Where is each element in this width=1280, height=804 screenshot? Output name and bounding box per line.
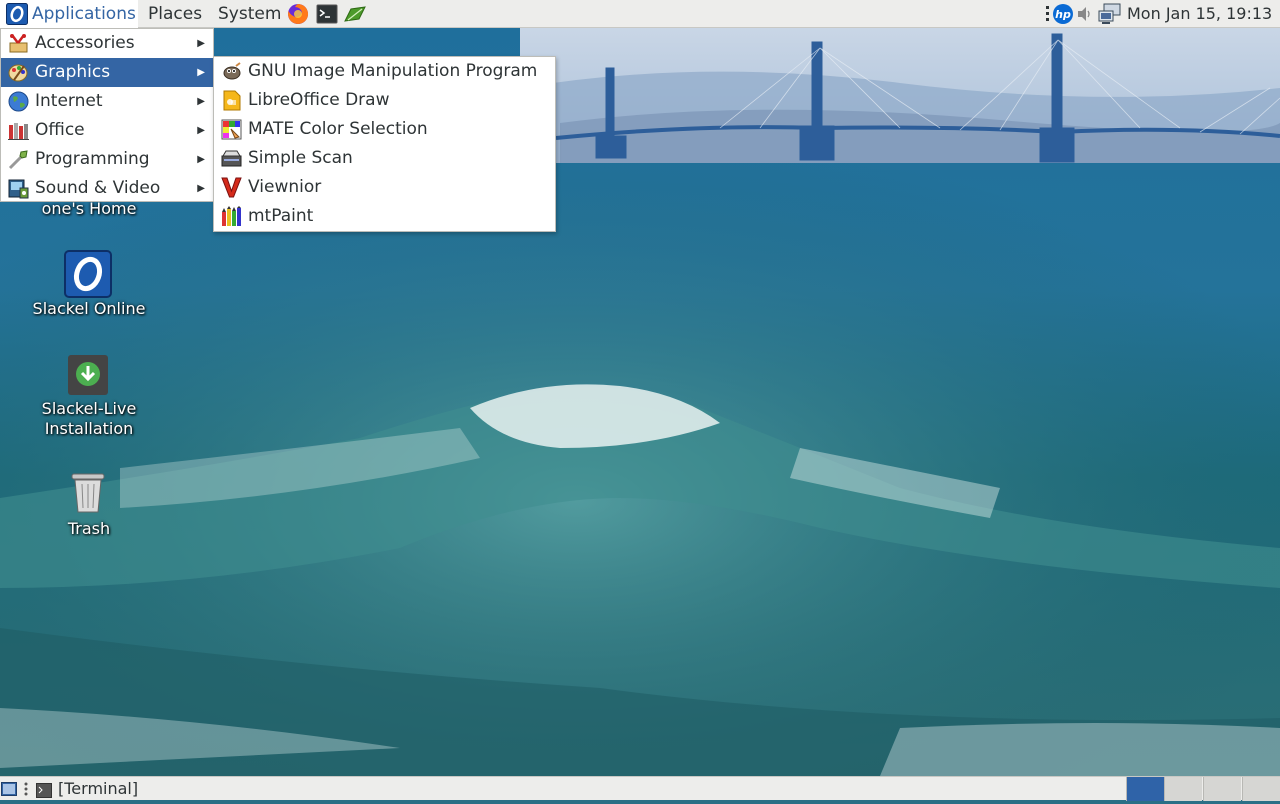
sound-video-icon: [8, 178, 29, 199]
terminal-icon[interactable]: [316, 3, 338, 25]
internet-globe-icon: [8, 91, 29, 112]
trash-label[interactable]: Trash: [9, 519, 169, 539]
menu-item-libreoffice-draw[interactable]: LibreOffice Draw: [214, 86, 555, 115]
volume-icon[interactable]: [1076, 5, 1094, 27]
menu-item-label: Programming: [35, 149, 150, 169]
firefox-icon[interactable]: [287, 3, 309, 25]
menu-item-graphics[interactable]: Graphics ▶: [1, 58, 213, 87]
office-icon: [8, 120, 29, 141]
network-icon[interactable]: [1098, 3, 1122, 29]
submenu-arrow-icon: ▶: [197, 183, 205, 194]
live-install-line2: Installation: [44, 419, 134, 438]
taskbar-terminal-label: [Terminal]: [58, 779, 139, 798]
menu-item-accessories[interactable]: Accessories ▶: [1, 29, 213, 58]
slackel-online-icon[interactable]: [64, 250, 112, 302]
menu-item-label: Simple Scan: [248, 148, 353, 168]
submenu-arrow-icon: ▶: [197, 67, 205, 78]
slackel-online-label[interactable]: Slackel Online: [9, 299, 169, 319]
menu-item-label: Viewnior: [248, 177, 322, 197]
menu-item-label: Internet: [35, 91, 103, 111]
live-install-label[interactable]: Slackel-Live Installation: [9, 399, 169, 439]
menu-item-label: Office: [35, 120, 85, 140]
menu-item-internet[interactable]: Internet ▶: [1, 87, 213, 116]
top-panel: Applications Places System hp Mon Jan 15…: [0, 0, 1280, 28]
show-desktop-icon[interactable]: [1, 781, 17, 801]
bottom-panel: [Terminal]: [0, 776, 1280, 801]
graphics-submenu: GNU Image Manipulation Program LibreOffi…: [213, 56, 556, 232]
submenu-arrow-icon: ▶: [197, 125, 205, 136]
workspace-2[interactable]: [1164, 777, 1202, 801]
menu-item-label: mtPaint: [248, 206, 314, 226]
menu-item-office[interactable]: Office ▶: [1, 116, 213, 145]
graphics-icon: [8, 62, 29, 83]
menu-item-sound-video[interactable]: Sound & Video ▶: [1, 174, 213, 203]
applications-dropdown: Accessories ▶ Graphics ▶ Internet ▶ Offi…: [0, 28, 214, 202]
panel-handle-icon[interactable]: [23, 781, 29, 801]
menu-item-programming[interactable]: Programming ▶: [1, 145, 213, 174]
accessories-icon: [8, 33, 29, 54]
applications-menu-button[interactable]: Applications: [0, 0, 138, 28]
menu-item-label: Accessories: [35, 33, 135, 53]
menu-item-viewnior[interactable]: Viewnior: [214, 173, 555, 202]
applications-label: Applications: [32, 4, 136, 24]
menu-item-mtpaint[interactable]: mtPaint: [214, 202, 555, 231]
viewnior-icon: [221, 177, 242, 198]
system-menu-button[interactable]: System: [212, 0, 287, 28]
menu-item-label: LibreOffice Draw: [248, 90, 390, 110]
mtpaint-icon: [221, 206, 242, 227]
menu-item-color-selection[interactable]: MATE Color Selection: [214, 115, 555, 144]
color-selection-icon: [221, 119, 242, 140]
libreoffice-draw-icon: [221, 90, 242, 111]
menu-item-label: Graphics: [35, 62, 111, 82]
live-install-line1: Slackel-Live: [41, 399, 137, 418]
menu-item-simple-scan[interactable]: Simple Scan: [214, 144, 555, 173]
hp-icon[interactable]: hp: [1046, 3, 1076, 29]
svg-text:hp: hp: [1055, 8, 1071, 21]
clock[interactable]: Mon Jan 15, 19:13: [1127, 0, 1272, 28]
submenu-arrow-icon: ▶: [197, 96, 205, 107]
menu-item-gimp[interactable]: GNU Image Manipulation Program: [214, 57, 555, 86]
places-menu-button[interactable]: Places: [142, 0, 208, 28]
menu-item-label: GNU Image Manipulation Program: [248, 61, 538, 81]
menu-item-label: MATE Color Selection: [248, 119, 428, 139]
workspace-1[interactable]: [1126, 777, 1164, 801]
submenu-arrow-icon: ▶: [197, 38, 205, 49]
gimp-icon: [221, 61, 242, 82]
terminal-task-icon: [36, 781, 52, 804]
submenu-arrow-icon: ▶: [197, 154, 205, 165]
menu-item-label: Sound & Video: [35, 178, 161, 198]
workspace-4[interactable]: [1242, 777, 1280, 801]
install-download-icon[interactable]: [67, 354, 109, 400]
workspace-3[interactable]: [1203, 777, 1241, 801]
scanner-icon: [221, 148, 242, 169]
trash-icon[interactable]: [68, 470, 108, 518]
leaf-icon[interactable]: [343, 3, 366, 25]
programming-icon: [8, 149, 29, 170]
